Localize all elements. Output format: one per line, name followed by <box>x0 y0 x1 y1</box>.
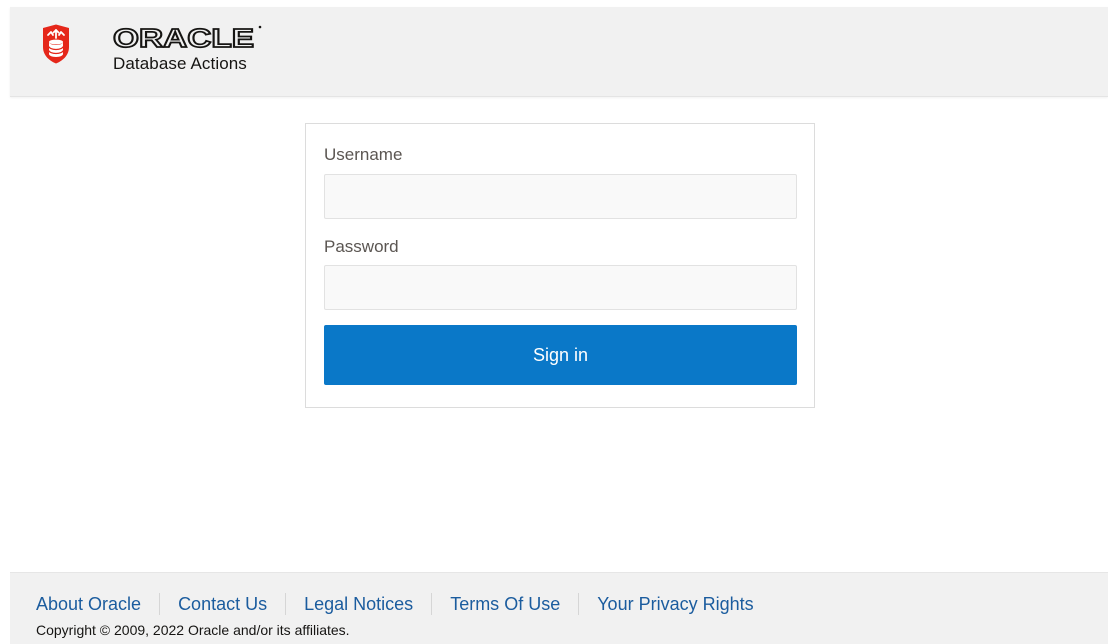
oracle-logo: ORACLE <box>113 23 262 51</box>
oracle-database-shield-icon <box>43 24 69 64</box>
password-input[interactable] <box>324 265 797 310</box>
copyright-text: Copyright © 2009, 2022 Oracle and/or its… <box>36 622 350 638</box>
about-oracle-link[interactable]: About Oracle <box>36 593 159 615</box>
terms-of-use-link[interactable]: Terms Of Use <box>431 593 578 615</box>
product-name: Database Actions <box>113 54 247 73</box>
username-input[interactable] <box>324 174 797 219</box>
page-footer: About Oracle Contact Us Legal Notices Te… <box>10 572 1108 644</box>
svg-text:ORACLE: ORACLE <box>113 23 254 51</box>
login-form: Username Password Sign in <box>305 123 815 408</box>
footer-links: About Oracle Contact Us Legal Notices Te… <box>36 593 772 615</box>
contact-us-link[interactable]: Contact Us <box>159 593 285 615</box>
login-page: ORACLE Database Actions Username Passwor… <box>0 0 1108 644</box>
page-header: ORACLE Database Actions <box>10 7 1108 97</box>
privacy-rights-link[interactable]: Your Privacy Rights <box>578 593 771 615</box>
password-label: Password <box>324 237 399 256</box>
sign-in-button[interactable]: Sign in <box>324 325 797 385</box>
legal-notices-link[interactable]: Legal Notices <box>285 593 431 615</box>
username-label: Username <box>324 145 403 164</box>
